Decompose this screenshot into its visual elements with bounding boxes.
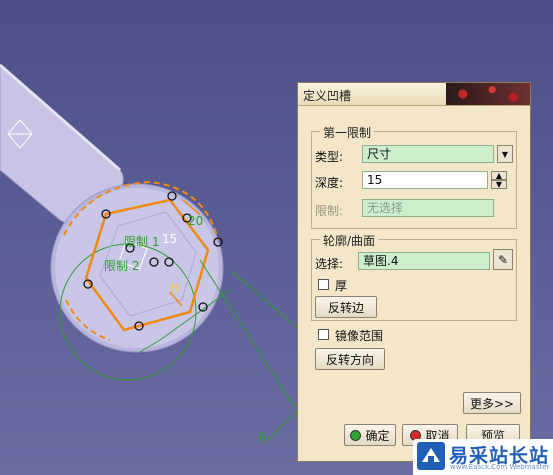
depth-spin-up-icon[interactable]: ▲ [491, 171, 507, 180]
depth-spin-down-icon[interactable]: ▼ [491, 180, 507, 189]
dialog-title: 定义凹槽 [303, 89, 352, 103]
depth-input[interactable]: 15 [362, 171, 488, 189]
limit2-label: 限制 2 [104, 259, 139, 273]
ok-button[interactable]: 确定 [344, 424, 396, 446]
limit-label: 限制: [315, 204, 344, 218]
site-logo-icon [417, 442, 445, 470]
ok-label: 确定 [365, 428, 390, 443]
reverse-side-button[interactable]: 反转边 [315, 296, 377, 318]
type-dropdown-button[interactable]: ▼ [497, 145, 513, 163]
define-pocket-dialog[interactable]: 定义凹槽 第一限制 类型: 尺寸 ▼ 深度: 15 ▲ ▼ 限制: 无选择 轮廓… [297, 82, 531, 462]
depth-label: 深度: [315, 176, 344, 190]
limit1-label: 限制 1 [124, 235, 159, 249]
select-label: 选择: [315, 257, 344, 271]
watermark: 易采站长站 www.Easck.Com Webmaster [413, 439, 553, 475]
sketch-edit-icon[interactable]: ✎ [493, 249, 513, 270]
type-select[interactable]: 尺寸 [362, 145, 494, 163]
watermark-subtext: www.Easck.Com Webmaster [450, 463, 550, 471]
dim-6-label: 6 [258, 431, 266, 446]
title-decoration [446, 83, 530, 105]
dim-15-label: 15 [162, 232, 177, 246]
thick-checkbox[interactable] [318, 279, 329, 290]
type-label: 类型: [315, 150, 344, 164]
reverse-direction-button[interactable]: 反转方向 [315, 348, 385, 370]
first-limit-legend: 第一限制 [320, 124, 375, 141]
mirror-extent-checkbox[interactable] [318, 329, 329, 340]
thick-label: 厚 [335, 279, 348, 293]
chevron-down-icon: ▼ [501, 149, 509, 159]
dim-20-label: 20 [188, 214, 203, 228]
mirror-extent-label: 镜像范围 [335, 329, 384, 343]
h-label: H [170, 281, 179, 295]
limit-field: 无选择 [362, 199, 494, 217]
dialog-titlebar[interactable]: 定义凹槽 [298, 83, 530, 106]
profile-legend: 轮廓/曲面 [320, 232, 379, 249]
more-button[interactable]: 更多>> [463, 392, 521, 414]
ok-icon [350, 429, 362, 441]
profile-select-field[interactable]: 草图.4 [358, 252, 490, 270]
